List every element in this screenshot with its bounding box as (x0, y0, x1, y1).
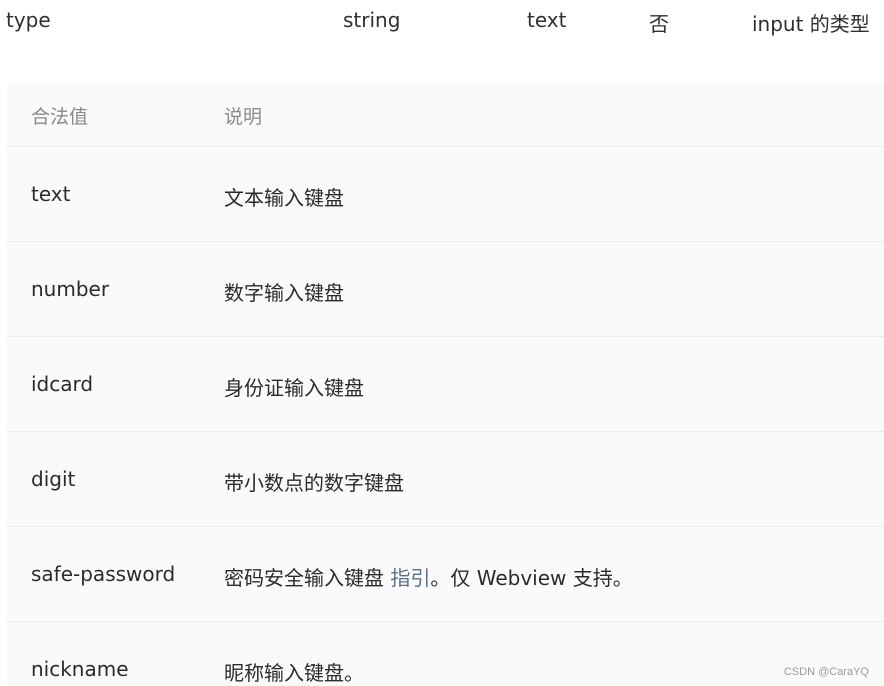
row-description: 身份证输入键盘 (224, 376, 364, 400)
table-row: idcard 身份证输入键盘 (7, 337, 884, 432)
table-row: digit 带小数点的数字键盘 (7, 432, 884, 527)
property-name: type (6, 8, 51, 32)
watermark: CSDN @CaraYQ (783, 666, 869, 678)
row-value: idcard (31, 372, 94, 396)
row-value: digit (31, 467, 76, 491)
row-value: nickname (31, 657, 129, 681)
table-row: nickname 昵称输入键盘。 (7, 622, 884, 686)
row-description: 昵称输入键盘。 (224, 661, 364, 685)
table-row: number 数字输入键盘 (7, 242, 884, 337)
row-value: safe-password (31, 562, 176, 586)
property-type: string (343, 8, 401, 32)
row-value: number (31, 277, 110, 301)
property-required: 否 (649, 12, 669, 36)
table-row: safe-password 密码安全输入键盘 指引。仅 Webview 支持。 (7, 527, 884, 622)
table-header: 合法值 说明 (7, 83, 884, 147)
property-default: text (527, 8, 567, 32)
property-row: type string text 否 input 的类型 (0, 0, 884, 42)
row-description: 数字输入键盘 (224, 281, 344, 305)
table-row: text 文本输入键盘 (7, 147, 884, 242)
header-description: 说明 (224, 106, 263, 128)
header-value: 合法值 (31, 106, 89, 128)
row-description: 密码安全输入键盘 指引。仅 Webview 支持。 (224, 562, 633, 591)
row-description-after: 。仅 Webview 支持。 (430, 566, 633, 590)
row-description: 带小数点的数字键盘 (224, 471, 404, 495)
property-description: input 的类型 (752, 12, 870, 36)
values-table: 合法值 说明 text 文本输入键盘 number 数字输入键盘 idcard … (7, 83, 884, 686)
guide-link[interactable]: 指引 (390, 566, 430, 590)
row-value: text (31, 182, 71, 206)
row-description: 文本输入键盘 (224, 186, 344, 210)
row-description-before: 密码安全输入键盘 (224, 566, 391, 590)
